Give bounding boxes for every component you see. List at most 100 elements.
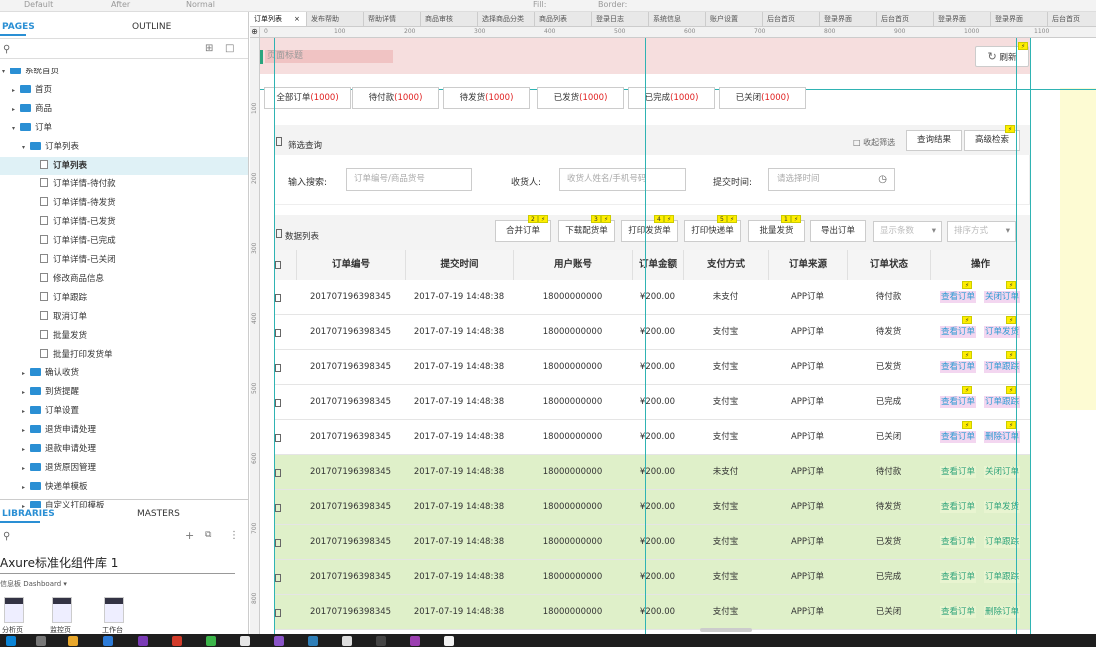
add-library-icon[interactable]: +: [185, 529, 194, 542]
order-action-link[interactable]: 删除订单: [984, 606, 1021, 618]
expand-arrow-icon[interactable]: ▸: [12, 82, 20, 100]
expand-arrow-icon[interactable]: ▸: [22, 365, 30, 383]
tree-item[interactable]: 订单列表: [0, 156, 248, 175]
order-action-link[interactable]: 订单跟踪: [984, 536, 1021, 548]
row-checkbox[interactable]: [275, 574, 281, 582]
visual-studio-icon[interactable]: [274, 636, 284, 646]
expand-arrow-icon[interactable]: ▾: [12, 120, 20, 138]
library-thumbnail[interactable]: [4, 597, 24, 623]
order-action-link[interactable]: 订单发货: [984, 326, 1021, 338]
row-checkbox[interactable]: [275, 469, 281, 477]
expand-arrow-icon[interactable]: ▸: [22, 460, 30, 478]
expand-arrow-icon[interactable]: ▸: [12, 101, 20, 119]
page-size-select[interactable]: 显示条数 ▾: [873, 221, 942, 242]
select-all-checkbox[interactable]: [275, 261, 281, 269]
doc-tab[interactable]: 商品列表: [535, 12, 592, 26]
tree-item[interactable]: 订单详情-已关闭: [0, 251, 248, 269]
view-order-link[interactable]: 查看订单: [939, 396, 976, 408]
toolbar-item[interactable]: Fill:: [533, 0, 546, 10]
tree-item[interactable]: 批量打印发货单: [0, 346, 248, 364]
library-category[interactable]: 信息板 Dashboard ▾: [0, 579, 67, 589]
add-page-icon[interactable]: ⊞: [205, 43, 213, 54]
row-checkbox[interactable]: [275, 539, 281, 547]
tree-item[interactable]: ▸ 商品: [0, 100, 248, 119]
search-icon[interactable]: ⚲: [3, 44, 10, 55]
view-order-link[interactable]: 查看订单: [939, 466, 976, 478]
close-icon[interactable]: ×: [294, 15, 300, 23]
doc-tab[interactable]: 帮助详情: [364, 12, 421, 26]
tab-masters[interactable]: MASTERS: [137, 509, 180, 519]
view-order-link[interactable]: 查看订单: [939, 291, 976, 303]
tree-item[interactable]: 订单跟踪: [0, 289, 248, 307]
copy-icon[interactable]: ⧉: [205, 530, 211, 540]
browser-icon[interactable]: [103, 636, 113, 646]
order-action-link[interactable]: 订单跟踪: [984, 571, 1021, 583]
row-checkbox[interactable]: [275, 434, 281, 442]
consignee-input[interactable]: 收货人姓名/手机号码: [559, 168, 686, 191]
doc-tab[interactable]: 发布帮助: [307, 12, 364, 26]
app-icon[interactable]: [342, 636, 352, 646]
store-icon[interactable]: [240, 636, 250, 646]
time-input[interactable]: 请选择时间 ◷: [768, 168, 895, 191]
app-icon[interactable]: [206, 636, 216, 646]
expand-arrow-icon[interactable]: ▾: [22, 139, 30, 157]
query-button[interactable]: 查询结果: [906, 130, 962, 151]
order-action-link[interactable]: 关闭订单: [984, 291, 1021, 303]
app-icon[interactable]: [308, 636, 318, 646]
library-thumbnail[interactable]: [52, 597, 72, 623]
tree-item[interactable]: 订单详情-已完成: [0, 232, 248, 250]
horizontal-scrollbar[interactable]: [700, 628, 752, 632]
sort-select[interactable]: 排序方式 ▾: [947, 221, 1016, 242]
doc-tab[interactable]: 订单列表 ×: [250, 12, 307, 26]
search-icon[interactable]: [36, 636, 46, 646]
expand-arrow-icon[interactable]: ▸: [22, 403, 30, 421]
list-action-button[interactable]: 导出订单: [810, 220, 866, 242]
doc-tab[interactable]: 登录界面: [820, 12, 877, 26]
add-folder-icon[interactable]: □: [225, 43, 234, 54]
row-checkbox[interactable]: [275, 399, 281, 407]
tab-libraries[interactable]: LIBRARIES: [2, 509, 55, 519]
row-checkbox[interactable]: [275, 294, 281, 302]
row-checkbox[interactable]: [275, 609, 281, 617]
tab-pages[interactable]: PAGES: [2, 22, 35, 32]
row-checkbox[interactable]: [275, 504, 281, 512]
tree-item[interactable]: ▸ 确认收货: [0, 364, 248, 383]
search-input[interactable]: 订单编号/商品货号: [346, 168, 472, 191]
tree-item[interactable]: 订单详情-已发货: [0, 213, 248, 231]
order-action-link[interactable]: 删除订单: [984, 431, 1021, 443]
doc-tab[interactable]: 系统信息: [649, 12, 706, 26]
expand-arrow-icon[interactable]: ▾: [2, 68, 10, 81]
tree-item[interactable]: 批量发货: [0, 327, 248, 345]
tree-item[interactable]: ▸ 快递单模板: [0, 478, 248, 496]
tree-item[interactable]: ▸ 首页: [0, 81, 248, 100]
tree-item[interactable]: ▸ 退款申请处理: [0, 440, 248, 459]
status-tab[interactable]: 已发货(1000): [537, 87, 624, 109]
clock-icon[interactable]: ◷: [878, 169, 887, 190]
status-tab[interactable]: 已关闭(1000): [719, 87, 806, 109]
order-action-link[interactable]: 订单跟踪: [984, 396, 1021, 408]
doc-tab[interactable]: 登录界面: [934, 12, 991, 26]
status-tab[interactable]: 已完成(1000): [628, 87, 715, 109]
expand-arrow-icon[interactable]: ▸: [22, 441, 30, 459]
view-order-link[interactable]: 查看订单: [939, 536, 976, 548]
view-order-link[interactable]: 查看订单: [939, 501, 976, 513]
tree-item[interactable]: 修改商品信息: [0, 270, 248, 288]
doc-tab[interactable]: 后台首页: [1048, 12, 1096, 26]
collapse-filter[interactable]: □ 收起筛选: [853, 137, 895, 148]
view-order-link[interactable]: 查看订单: [939, 326, 976, 338]
more-icon[interactable]: ⋮: [229, 530, 239, 541]
doc-tab[interactable]: 账户设置: [706, 12, 763, 26]
order-action-link[interactable]: 订单跟踪: [984, 361, 1021, 373]
status-tab[interactable]: 全部订单(1000): [264, 87, 351, 109]
folder-icon[interactable]: [68, 636, 78, 646]
view-order-link[interactable]: 查看订单: [939, 361, 976, 373]
doc-tab[interactable]: 后台首页: [877, 12, 934, 26]
start-icon[interactable]: [6, 636, 16, 646]
tree-item[interactable]: 订单详情-待发货: [0, 194, 248, 212]
doc-tab[interactable]: 选择商品分类: [478, 12, 535, 26]
view-order-link[interactable]: 查看订单: [939, 571, 976, 583]
tree-item[interactable]: ▸ 退货原因管理: [0, 459, 248, 478]
tree-item[interactable]: ▾ 订单列表: [0, 138, 248, 157]
toolbar-item[interactable]: Normal: [186, 0, 215, 10]
doc-tab[interactable]: 后台首页: [763, 12, 820, 26]
